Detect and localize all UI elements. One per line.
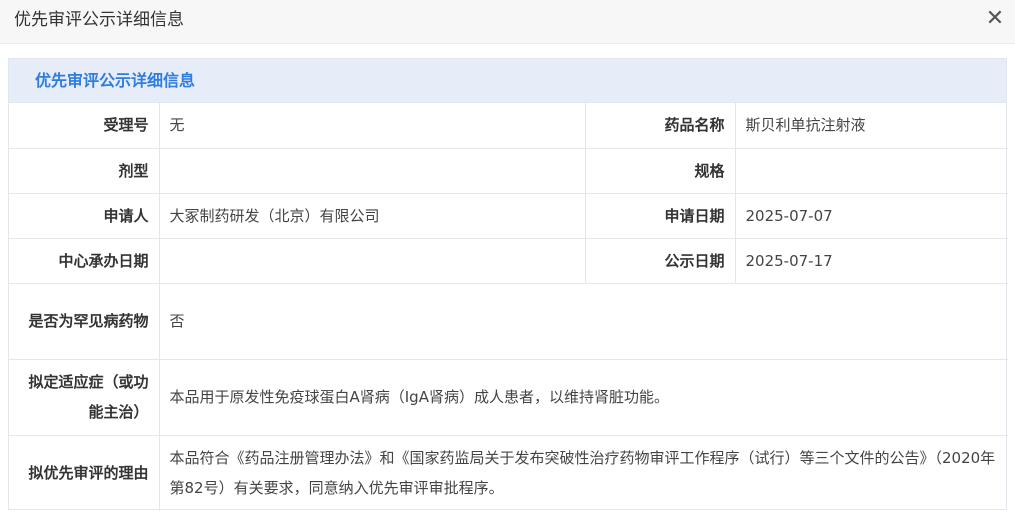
drug-name-value: 斯贝利单抗注射液 [734,103,1008,149]
drug-name-label: 药品名称 [584,103,736,149]
specification-value [734,147,1008,194]
table-row: 受理号 无 药品名称 斯贝利单抗注射液 [9,103,1008,149]
publish-date-value: 2025-07-17 [734,237,1008,284]
reason-label: 拟优先审评的理由 [9,434,160,511]
table-row: 拟定适应症（或功能主治） 本品用于原发性免疫球蛋白A肾病（IgA肾病）成人患者，… [9,358,1008,436]
applicant-value: 大冢制药研发（北京）有限公司 [158,192,586,239]
close-icon[interactable]: ✕ [985,8,1005,30]
dialog-titlebar: 优先审评公示详细信息 ✕ [0,0,1015,44]
panel-heading: 优先审评公示详细信息 [9,59,1006,103]
dosage-form-label: 剂型 [9,147,160,194]
apply-date-value: 2025-07-07 [734,192,1008,239]
rare-disease-label: 是否为罕见病药物 [9,282,160,360]
dialog-title: 优先审评公示详细信息 [14,10,184,30]
table-row: 是否为罕见病药物 否 [9,282,1008,360]
table-row: 剂型 规格 [9,147,1008,194]
rare-disease-value: 否 [158,282,1008,360]
center-date-label: 中心承办日期 [9,237,160,284]
publish-date-label: 公示日期 [584,237,736,284]
applicant-label: 申请人 [9,192,160,239]
acceptance-no-value: 无 [158,103,586,149]
dosage-form-value [158,147,586,194]
center-date-value [158,237,586,284]
table-row: 中心承办日期 公示日期 2025-07-17 [9,237,1008,284]
indication-value: 本品用于原发性免疫球蛋白A肾病（IgA肾病）成人患者，以维持肾脏功能。 [158,358,1008,436]
detail-table: 受理号 无 药品名称 斯贝利单抗注射液 剂型 规格 申请人 大冢制药研发（北京）… [9,103,1008,511]
specification-label: 规格 [584,147,736,194]
reason-value: 本品符合《药品注册管理办法》和《国家药监局关于发布突破性治疗药物审评工作程序（试… [158,434,1008,511]
detail-panel: 优先审评公示详细信息 受理号 无 药品名称 斯贝利单抗注射液 剂型 规格 申请人… [8,58,1008,511]
apply-date-label: 申请日期 [584,192,736,239]
table-row: 申请人 大冢制药研发（北京）有限公司 申请日期 2025-07-07 [9,192,1008,239]
acceptance-no-label: 受理号 [9,103,160,149]
table-row: 拟优先审评的理由 本品符合《药品注册管理办法》和《国家药监局关于发布突破性治疗药… [9,434,1008,511]
indication-label: 拟定适应症（或功能主治） [9,358,160,436]
